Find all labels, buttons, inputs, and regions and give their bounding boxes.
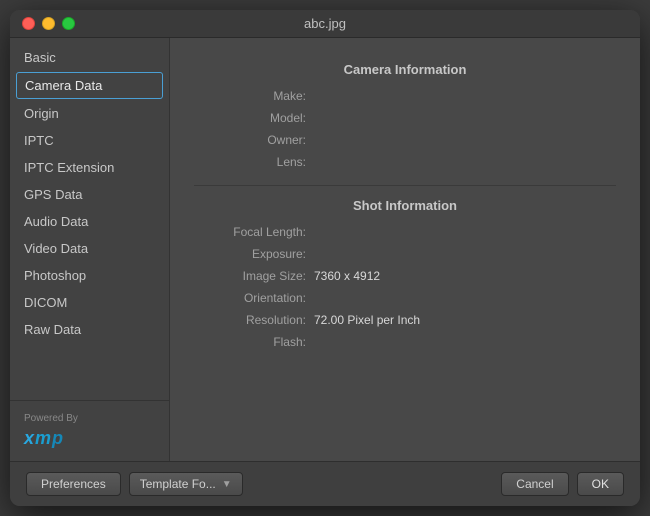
maximize-button[interactable]: [62, 17, 75, 30]
content-area: Basic Camera Data Origin IPTC IPTC Exten…: [10, 38, 640, 461]
camera-model-label: Model:: [194, 111, 314, 125]
footer: Preferences Template Fo... ▼ Cancel OK: [10, 461, 640, 506]
close-button[interactable]: [22, 17, 35, 30]
camera-info-table: Make: Model: Owner: Lens:: [194, 89, 616, 169]
image-size-label: Image Size:: [194, 269, 314, 283]
window-title: abc.jpg: [304, 16, 346, 31]
camera-lens-label: Lens:: [194, 155, 314, 169]
shot-info-table: Focal Length: Exposure: Image Size: 7360…: [194, 225, 616, 349]
shot-section-header: Shot Information: [194, 198, 616, 213]
footer-right: Cancel OK: [501, 472, 624, 496]
xmp-text: xmp: [24, 428, 64, 449]
sidebar-item-dicom[interactable]: DICOM: [10, 289, 169, 316]
exposure-label: Exposure:: [194, 247, 314, 261]
exposure-row: Exposure:: [194, 247, 616, 261]
resolution-value: 72.00 Pixel per Inch: [314, 313, 616, 327]
template-dropdown-button[interactable]: Template Fo... ▼: [129, 472, 243, 496]
focal-length-label: Focal Length:: [194, 225, 314, 239]
xmp-logo: xmp: [24, 428, 155, 449]
camera-owner-row: Owner:: [194, 133, 616, 147]
sidebar-item-raw-data[interactable]: Raw Data: [10, 316, 169, 343]
resolution-row: Resolution: 72.00 Pixel per Inch: [194, 313, 616, 327]
sidebar-item-gps-data[interactable]: GPS Data: [10, 181, 169, 208]
sidebar-item-origin[interactable]: Origin: [10, 100, 169, 127]
main-panel: Camera Information Make: Model: Owner: L…: [170, 38, 640, 461]
sidebar: Basic Camera Data Origin IPTC IPTC Exten…: [10, 38, 170, 461]
minimize-button[interactable]: [42, 17, 55, 30]
chevron-down-icon: ▼: [222, 479, 232, 490]
sidebar-item-video-data[interactable]: Video Data: [10, 235, 169, 262]
camera-section-header: Camera Information: [194, 62, 616, 77]
camera-owner-label: Owner:: [194, 133, 314, 147]
footer-left: Preferences Template Fo... ▼: [26, 472, 243, 496]
powered-by-label: Powered By: [24, 413, 155, 424]
sidebar-footer: Powered By xmp: [10, 400, 169, 461]
resolution-label: Resolution:: [194, 313, 314, 327]
sidebar-item-iptc[interactable]: IPTC: [10, 127, 169, 154]
ok-button[interactable]: OK: [577, 472, 624, 496]
flash-row: Flash:: [194, 335, 616, 349]
cancel-button[interactable]: Cancel: [501, 472, 568, 496]
orientation-label: Orientation:: [194, 291, 314, 305]
window-controls: [22, 17, 75, 30]
image-size-row: Image Size: 7360 x 4912: [194, 269, 616, 283]
camera-make-label: Make:: [194, 89, 314, 103]
sidebar-item-iptc-extension[interactable]: IPTC Extension: [10, 154, 169, 181]
camera-make-row: Make:: [194, 89, 616, 103]
sidebar-item-photoshop[interactable]: Photoshop: [10, 262, 169, 289]
flash-label: Flash:: [194, 335, 314, 349]
sidebar-item-audio-data[interactable]: Audio Data: [10, 208, 169, 235]
camera-lens-row: Lens:: [194, 155, 616, 169]
focal-length-row: Focal Length:: [194, 225, 616, 239]
camera-model-row: Model:: [194, 111, 616, 125]
section-divider: [194, 185, 616, 186]
main-window: abc.jpg Basic Camera Data Origin IPTC IP…: [10, 10, 640, 506]
sidebar-nav: Basic Camera Data Origin IPTC IPTC Exten…: [10, 38, 169, 400]
titlebar: abc.jpg: [10, 10, 640, 38]
preferences-button[interactable]: Preferences: [26, 472, 121, 496]
sidebar-item-camera-data[interactable]: Camera Data: [16, 72, 163, 99]
orientation-row: Orientation:: [194, 291, 616, 305]
sidebar-item-basic[interactable]: Basic: [10, 44, 169, 71]
image-size-value: 7360 x 4912: [314, 269, 616, 283]
